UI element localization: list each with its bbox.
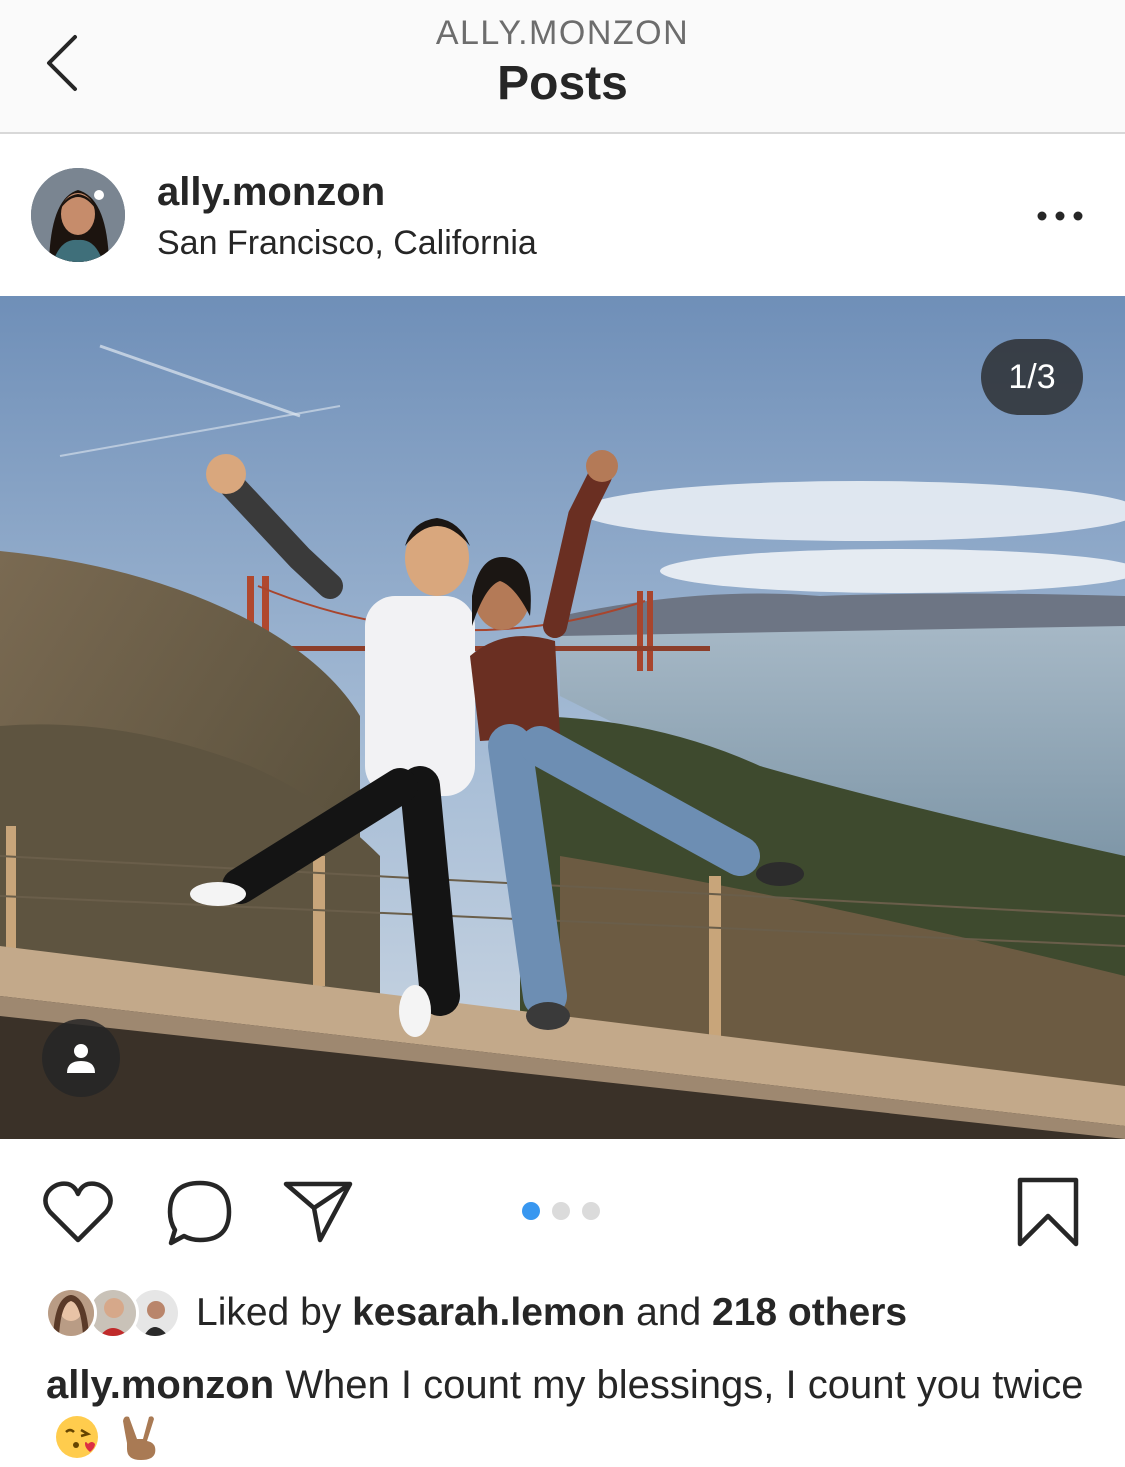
carousel-indicator [522, 1202, 600, 1220]
liker-avatars[interactable] [45, 1285, 181, 1341]
post-caption: ally.monzon When I count my blessings, I… [46, 1360, 1086, 1461]
liker-username[interactable]: kesarah.lemon [352, 1291, 625, 1334]
tagged-people-button[interactable] [42, 1019, 120, 1097]
post-header: ally.monzon San Francisco, California [0, 136, 1125, 296]
person-icon [67, 1044, 95, 1073]
save-button[interactable] [1010, 1174, 1086, 1250]
share-button[interactable] [280, 1176, 356, 1246]
likes-text: Liked by kesarah.lemon and 218 others [196, 1291, 907, 1335]
post-username[interactable]: ally.monzon [157, 170, 385, 215]
carousel-dot [582, 1202, 600, 1220]
likes-connector: and [636, 1291, 702, 1334]
likes-prefix: Liked by [196, 1291, 342, 1334]
send-icon [283, 1181, 353, 1243]
post-photo[interactable] [0, 296, 1125, 1139]
more-options-button[interactable] [1030, 196, 1090, 236]
likes-row[interactable]: Liked by kesarah.lemon and 218 others [45, 1283, 907, 1343]
likes-count[interactable]: 218 others [712, 1291, 907, 1334]
comment-icon [167, 1180, 232, 1246]
caption-username[interactable]: ally.monzon [46, 1363, 274, 1407]
liker-avatar [45, 1287, 97, 1339]
comment-button[interactable] [160, 1176, 240, 1250]
kissing-face-emoji [56, 1416, 98, 1459]
post-location[interactable]: San Francisco, California [157, 224, 537, 263]
page-title: Posts [497, 57, 628, 110]
navigation-bar: ALLY.MONZON Posts [0, 0, 1125, 134]
heart-icon [43, 1181, 113, 1243]
more-horizontal-icon [1037, 211, 1083, 221]
carousel-counter: 1/3 [981, 339, 1083, 415]
caption-text: When I count my blessings, I count you t… [285, 1363, 1084, 1407]
nav-username: ALLY.MONZON [435, 14, 690, 52]
carousel-dot [522, 1202, 540, 1220]
carousel-dot [552, 1202, 570, 1220]
profile-avatar[interactable] [31, 168, 125, 262]
like-button[interactable] [38, 1176, 118, 1248]
victory-hand-emoji [123, 1416, 156, 1461]
bookmark-icon [1017, 1177, 1079, 1247]
